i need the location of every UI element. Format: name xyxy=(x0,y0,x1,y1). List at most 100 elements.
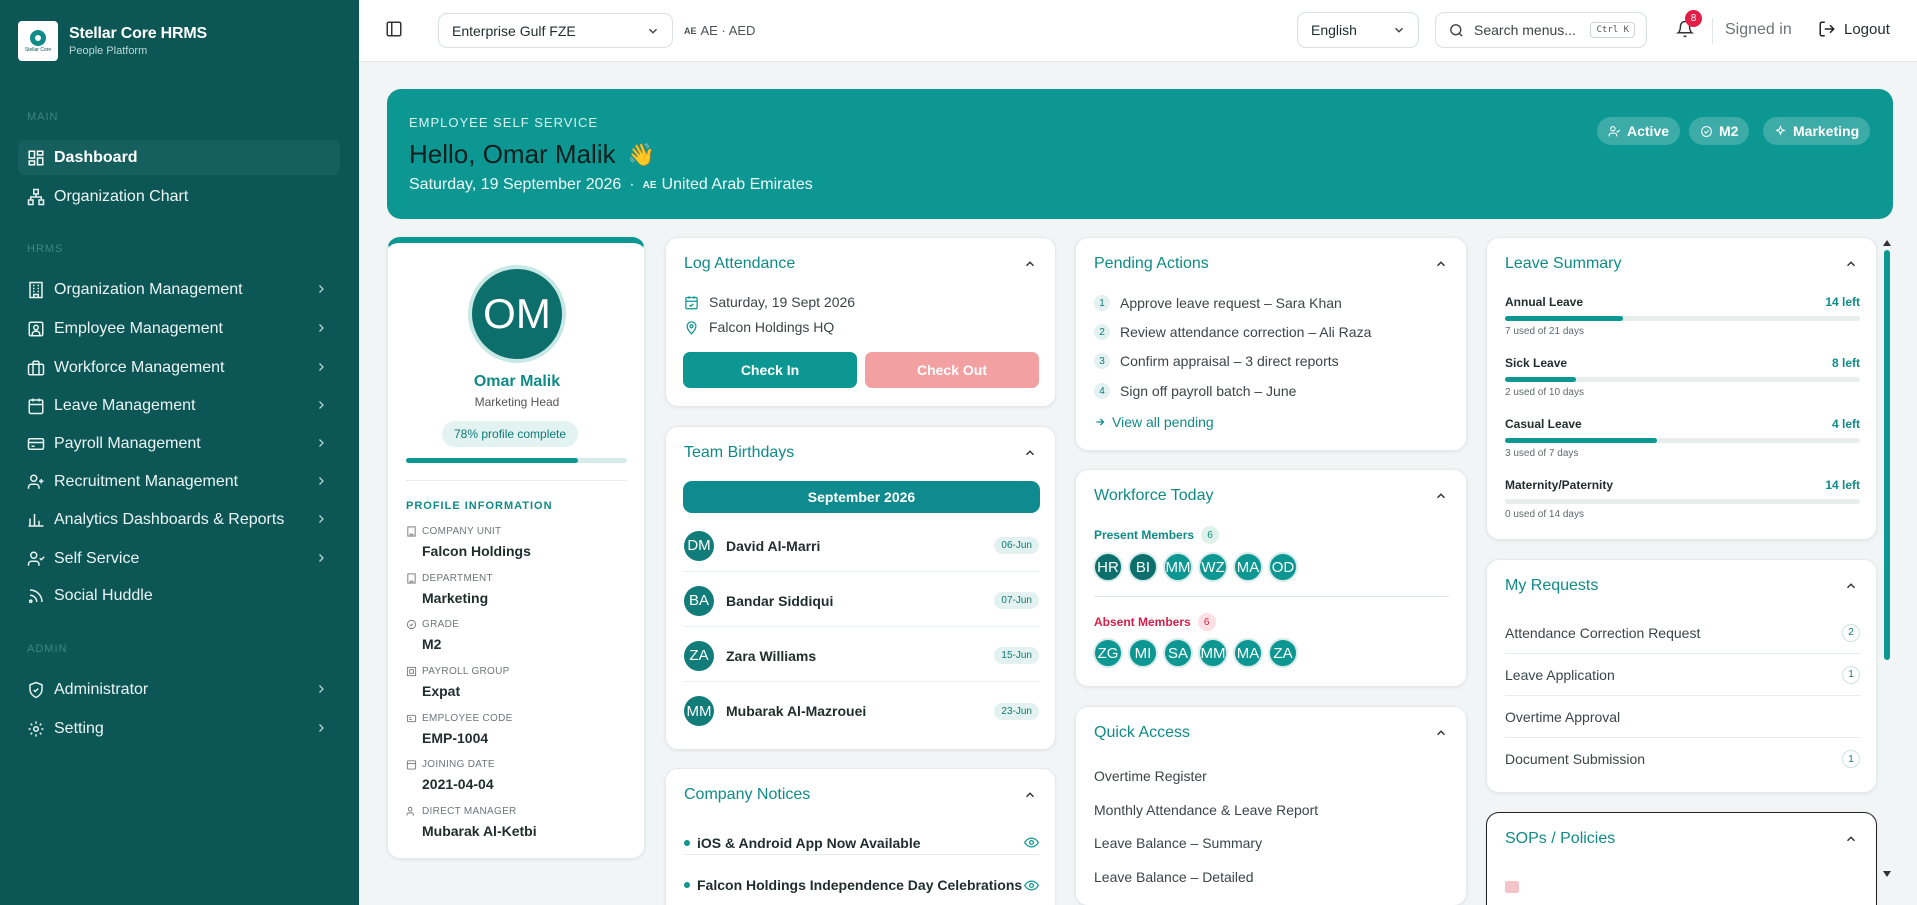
sidebar-item-payroll-management[interactable]: Payroll Management xyxy=(18,426,340,461)
sidebar-item-organization-management[interactable]: Organization Management xyxy=(18,272,340,307)
avatar: DM xyxy=(684,530,714,561)
quick-access-link[interactable]: Overtime Register xyxy=(1094,768,1207,784)
company-select[interactable]: Enterprise Gulf FZE xyxy=(438,13,673,48)
sidebar-toggle-button[interactable] xyxy=(385,20,403,38)
chevron-right-icon xyxy=(319,324,324,332)
view-all-pending-link[interactable]: View all pending xyxy=(1094,414,1214,430)
user-service-icon xyxy=(27,551,45,566)
absent-members-label: Absent Members 6 xyxy=(1094,613,1216,631)
avatar[interactable]: MI xyxy=(1128,638,1158,668)
sidebar-item-recruitment-management[interactable]: Recruitment Management xyxy=(18,464,340,499)
scroll-up-arrow-icon[interactable] xyxy=(1883,240,1891,246)
sidebar-item-social-huddle[interactable]: Social Huddle xyxy=(18,578,340,613)
sidebar-item-self-service[interactable]: Self Service xyxy=(18,541,340,576)
chevron-up-icon[interactable] xyxy=(1844,257,1858,271)
check-out-button[interactable]: Check Out xyxy=(865,352,1039,388)
quick-access-link[interactable]: Leave Balance – Detailed xyxy=(1094,869,1254,885)
avatar[interactable]: BI xyxy=(1128,552,1158,582)
check-in-button[interactable]: Check In xyxy=(683,352,857,388)
notifications-button[interactable]: 8 xyxy=(1676,10,1702,40)
leave-item-sick: Sick Leave 8 left 2 used of 10 days xyxy=(1505,356,1860,398)
scroll-down-arrow-icon[interactable] xyxy=(1883,871,1891,877)
sidebar-item-workforce-management[interactable]: Workforce Management xyxy=(18,350,340,385)
avatar[interactable]: ZA xyxy=(1268,638,1298,668)
language-select[interactable]: English xyxy=(1297,12,1419,48)
payroll-icon xyxy=(27,437,45,450)
list-item[interactable]: MM Mubarak Al-Mazrouei 23-Jun xyxy=(684,685,1039,737)
search-placeholder: Search menus... xyxy=(1474,22,1576,38)
avatar[interactable]: SA xyxy=(1163,638,1193,668)
brand[interactable]: Stellar Core Stellar Core HRMS People Pl… xyxy=(18,21,207,61)
divider xyxy=(406,480,627,481)
payroll-icon xyxy=(406,666,417,677)
search-input[interactable]: Search menus... Ctrl K xyxy=(1435,12,1647,48)
chevron-up-icon[interactable] xyxy=(1844,579,1858,593)
profile-title: Marketing Head xyxy=(474,395,560,409)
avatar[interactable]: HR xyxy=(1093,552,1123,582)
list-item[interactable]: ZA Zara Williams 15-Jun xyxy=(684,630,1039,682)
request-item[interactable]: Attendance Correction Request 2 xyxy=(1505,612,1860,654)
banner-eyebrow: EMPLOYEE SELF SERVICE xyxy=(409,115,599,130)
pending-item[interactable]: 1 Approve leave request – Sara Khan xyxy=(1094,295,1342,311)
avatar[interactable]: OD xyxy=(1268,552,1298,582)
sidebar-item-leave-management[interactable]: Leave Management xyxy=(18,388,340,423)
sidebar-item-organization-chart[interactable]: Organization Chart xyxy=(18,179,340,214)
sidebar-item-analytics[interactable]: Analytics Dashboards & Reports xyxy=(18,502,340,537)
logout-button[interactable]: Logout xyxy=(1818,20,1890,38)
quick-access-link[interactable]: Leave Balance – Summary xyxy=(1094,835,1262,851)
avatar[interactable]: MM xyxy=(1163,552,1193,582)
chevron-up-icon[interactable] xyxy=(1023,788,1037,802)
leave-summary-card: Leave Summary Annual Leave 14 left 7 used… xyxy=(1486,237,1877,540)
pending-item[interactable]: 3 Confirm appraisal – 3 direct reports xyxy=(1094,353,1339,369)
greeting-text: Hello, Omar Malik xyxy=(409,139,616,169)
chevron-up-icon[interactable] xyxy=(1434,489,1448,503)
sidebar-item-label: Employee Management xyxy=(54,319,223,337)
notice-item[interactable]: Falcon Holdings Independence Day Celebra… xyxy=(684,873,1039,897)
card-title: Team Birthdays xyxy=(684,444,795,461)
leave-item-maternity: Maternity/Paternity 14 left 0 used of 14 … xyxy=(1505,478,1860,520)
sidebar-item-employee-management[interactable]: Employee Management xyxy=(18,311,340,346)
grid-icon xyxy=(28,150,44,165)
company-select-value: Enterprise Gulf FZE xyxy=(452,22,576,39)
avatar[interactable]: WZ xyxy=(1198,552,1228,582)
request-item[interactable]: Leave Application 1 xyxy=(1505,654,1860,696)
banner-subline: Saturday, 19 September 2026 · AE United … xyxy=(409,176,813,193)
profile-section-title: PROFILE INFORMATION xyxy=(406,500,553,512)
quick-access-card: Quick Access Overtime Register Monthly A… xyxy=(1075,706,1467,905)
avatar[interactable]: ZG xyxy=(1093,638,1123,668)
chevron-up-icon[interactable] xyxy=(1844,832,1858,846)
app-name: Stellar Core HRMS xyxy=(69,25,207,42)
id-card-icon xyxy=(28,321,44,336)
request-item[interactable]: Document Submission 1 xyxy=(1505,738,1860,780)
sidebar-item-dashboard[interactable]: Dashboard xyxy=(18,140,340,175)
map-pin-icon xyxy=(686,320,697,335)
eye-icon[interactable] xyxy=(1024,835,1039,850)
pending-item[interactable]: 2 Review attendance correction – Ali Raza xyxy=(1094,324,1371,340)
list-item[interactable]: BA Bandar Siddiqui 07-Jun xyxy=(684,575,1039,627)
id-card-icon xyxy=(406,714,417,723)
scrollbar-thumb[interactable] xyxy=(1884,250,1890,660)
chevron-up-icon[interactable] xyxy=(1434,726,1448,740)
birthday-date-badge: 15-Jun xyxy=(994,647,1039,664)
section-label-admin: ADMIN xyxy=(27,643,68,655)
sops-policies-card: SOPs / Policies xyxy=(1486,812,1877,905)
avatar[interactable]: MM xyxy=(1198,638,1228,668)
chevron-up-icon[interactable] xyxy=(1434,257,1448,271)
avatar[interactable]: MA xyxy=(1233,552,1263,582)
quick-access-link[interactable]: Monthly Attendance & Leave Report xyxy=(1094,802,1318,818)
notice-item[interactable]: iOS & Android App Now Available xyxy=(684,831,1039,855)
pending-item[interactable]: 4 Sign off payroll batch – June xyxy=(1094,383,1296,399)
avatar: MM xyxy=(684,696,714,726)
sidebar-item-setting[interactable]: Setting xyxy=(18,711,340,746)
request-item[interactable]: Overtime Approval xyxy=(1505,696,1860,738)
welcome-banner: EMPLOYEE SELF SERVICE Hello, Omar Malik … xyxy=(387,89,1893,219)
list-item[interactable]: DM David Al-Marri 06-Jun xyxy=(684,520,1039,572)
chevron-up-icon[interactable] xyxy=(1023,446,1037,460)
avatar[interactable]: MA xyxy=(1233,638,1263,668)
scrollbar[interactable] xyxy=(1882,237,1892,885)
sidebar-item-administrator[interactable]: Administrator xyxy=(18,672,340,707)
eye-icon[interactable] xyxy=(1024,878,1039,893)
chevron-up-icon[interactable] xyxy=(1023,257,1037,271)
user-plus-icon xyxy=(27,474,44,489)
rss-icon xyxy=(28,588,43,603)
